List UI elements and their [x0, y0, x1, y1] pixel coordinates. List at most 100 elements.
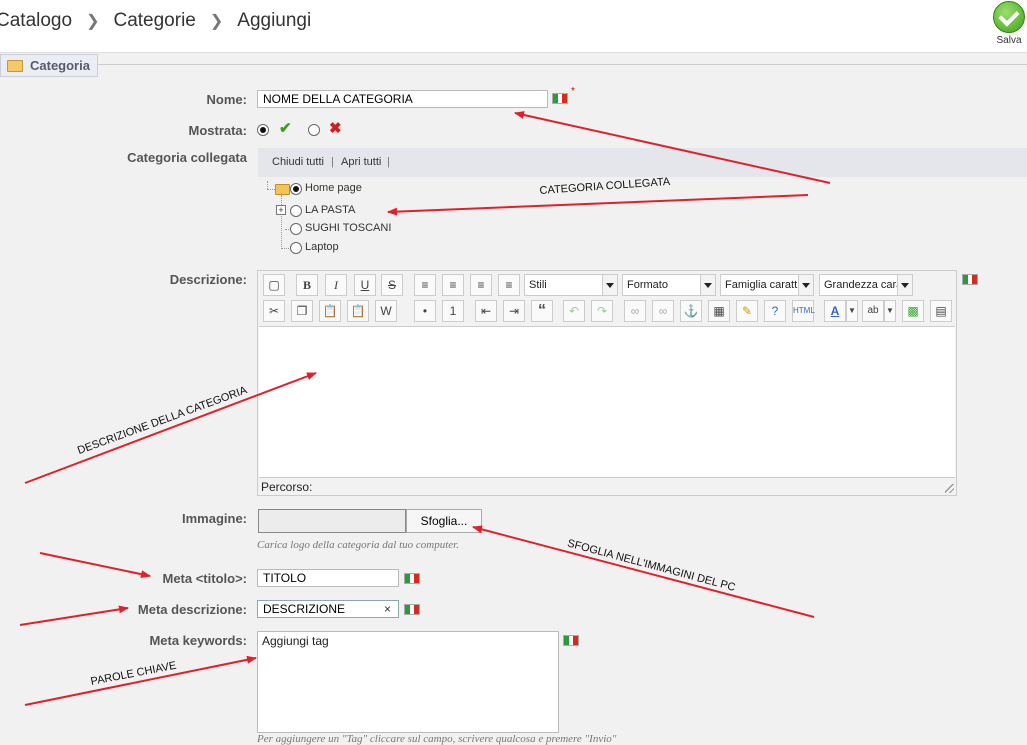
chevron-down-icon: [897, 275, 912, 295]
legend-label: Categoria: [30, 58, 90, 73]
template-icon[interactable]: ▤: [930, 300, 952, 322]
tree-item-home[interactable]: Home page: [305, 182, 362, 194]
italic-button[interactable]: I: [325, 274, 347, 296]
undo-icon[interactable]: ↶: [563, 300, 585, 322]
tree-radio-laptop[interactable]: [290, 242, 302, 254]
indent-icon[interactable]: ⇥: [503, 300, 525, 322]
arrow-to-linked-category: [387, 194, 809, 216]
format-select-label: Formato: [627, 279, 668, 291]
styles-select[interactable]: Stili: [524, 274, 618, 296]
font-size-select-label: Grandezza cara: [824, 279, 903, 291]
tree-radio-pasta[interactable]: [290, 205, 302, 217]
image-help-text: Carica logo della categoria dal tuo comp…: [257, 539, 459, 551]
separator: |: [331, 156, 334, 168]
text-color-icon[interactable]: A: [824, 300, 846, 322]
save-label: Salva: [996, 35, 1022, 46]
help-icon[interactable]: ?: [764, 300, 786, 322]
required-marker: *: [571, 86, 575, 97]
name-input[interactable]: [257, 90, 548, 108]
breadcrumb-categorie[interactable]: Categorie: [113, 10, 195, 31]
underline-button[interactable]: U: [354, 274, 376, 296]
paste-text-icon[interactable]: 📋: [347, 300, 369, 322]
tree-item-pasta[interactable]: LA PASTA: [305, 204, 355, 216]
outdent-icon[interactable]: ⇤: [475, 300, 497, 322]
keywords-tag-input[interactable]: Aggiungi tag: [257, 631, 559, 733]
highlight-color-icon[interactable]: ab: [862, 300, 884, 322]
meta-description-input[interactable]: [257, 600, 399, 618]
anchor-icon[interactable]: ⚓: [680, 300, 702, 322]
unlink-icon[interactable]: ∞: [652, 300, 674, 322]
cross-icon: ✖: [329, 120, 342, 137]
file-path-field[interactable]: [258, 509, 406, 533]
annotation-linked-category: CATEGORIA COLLEGATA: [539, 175, 671, 197]
chevron-down-icon: [798, 275, 813, 295]
linked-category-label: Categoria collegata: [127, 150, 247, 165]
italian-flag-icon[interactable]: [563, 635, 579, 646]
blockquote-icon[interactable]: “: [531, 300, 553, 322]
shown-no-radio[interactable]: [308, 124, 320, 136]
cut-icon[interactable]: ✂: [263, 300, 285, 322]
paste-word-icon[interactable]: W: [375, 300, 397, 322]
italian-flag-icon[interactable]: [552, 93, 568, 104]
fieldset-border: [0, 64, 1027, 65]
name-label: Nome:: [206, 92, 247, 107]
align-center-icon[interactable]: ≡: [442, 274, 464, 296]
bold-button[interactable]: B: [296, 274, 318, 296]
tree-item-laptop[interactable]: Laptop: [305, 241, 339, 253]
meta-description-label: Meta descrizione:: [137, 602, 247, 617]
save-button[interactable]: Salva: [991, 0, 1027, 46]
html-icon[interactable]: HTML: [792, 300, 815, 322]
link-icon[interactable]: ∞: [624, 300, 646, 322]
save-check-icon: [993, 1, 1025, 33]
meta-title-label: Meta <titolo>:: [162, 571, 247, 586]
editor-path: Percorso:: [261, 480, 313, 494]
open-folder-icon: [275, 184, 290, 195]
cleanup-brush-icon[interactable]: ✎: [736, 300, 758, 322]
font-family-select[interactable]: Famiglia caratt: [720, 274, 814, 296]
paste-icon[interactable]: 📋: [319, 300, 341, 322]
align-right-icon[interactable]: ≡: [470, 274, 492, 296]
copy-icon[interactable]: ❐: [291, 300, 313, 322]
chevron-down-icon: [602, 275, 617, 295]
new-document-icon[interactable]: ▢: [263, 274, 285, 296]
media-icon[interactable]: ▩: [902, 300, 924, 322]
tree-line: [281, 195, 282, 247]
resize-grip-icon[interactable]: [945, 484, 954, 493]
fieldset-legend: Categoria: [0, 54, 98, 77]
check-icon: ✔: [279, 120, 292, 137]
image-icon[interactable]: ▦: [708, 300, 730, 322]
italian-flag-icon[interactable]: [962, 274, 978, 285]
italian-flag-icon[interactable]: [404, 604, 420, 615]
meta-keywords-label: Meta keywords:: [149, 633, 247, 648]
clear-x-icon[interactable]: ×: [384, 602, 391, 616]
italian-flag-icon[interactable]: [404, 573, 420, 584]
tree-radio-home[interactable]: [290, 183, 302, 195]
strikethrough-button[interactable]: S: [381, 274, 403, 296]
description-editor-area[interactable]: [259, 326, 955, 478]
bullet-list-icon[interactable]: •: [414, 300, 436, 322]
browse-button[interactable]: Sfoglia...: [406, 509, 482, 533]
tree-item-sughi[interactable]: SUGHI TOSCANI: [305, 222, 391, 234]
header-bar: Catalogo ❯ Categorie ❯ Aggiungi Salva: [0, 0, 1027, 53]
collapse-all-link[interactable]: Chiudi tutti: [272, 156, 324, 168]
annotation-browse: SFOGLIA NELL'IMMAGINI DEL PC: [566, 537, 737, 594]
breadcrumb: Catalogo ❯ Categorie ❯ Aggiungi: [0, 10, 311, 32]
breadcrumb-catalogo[interactable]: Catalogo: [0, 10, 72, 31]
redo-icon[interactable]: ↷: [591, 300, 613, 322]
annotation-keywords: PAROLE CHIAVE: [89, 659, 178, 688]
align-justify-icon[interactable]: ≡: [498, 274, 520, 296]
chevron-down-icon[interactable]: ▼: [846, 300, 858, 322]
font-family-select-label: Famiglia caratt: [725, 279, 798, 291]
font-size-select[interactable]: Grandezza cara: [819, 274, 913, 296]
format-select[interactable]: Formato: [622, 274, 716, 296]
meta-title-input[interactable]: [257, 569, 399, 587]
expand-all-link[interactable]: Apri tutti: [341, 156, 381, 168]
align-left-icon[interactable]: ≡: [414, 274, 436, 296]
tree-radio-sughi[interactable]: [290, 223, 302, 235]
numbered-list-icon[interactable]: 1: [442, 300, 464, 322]
arrow-to-browse: [472, 525, 815, 618]
expand-plus-icon[interactable]: +: [276, 205, 286, 215]
chevron-down-icon[interactable]: ▼: [884, 300, 896, 322]
shown-yes-radio[interactable]: [257, 124, 269, 136]
annotation-description: DESCRIZIONE DELLA CATEGORIA: [75, 384, 249, 457]
